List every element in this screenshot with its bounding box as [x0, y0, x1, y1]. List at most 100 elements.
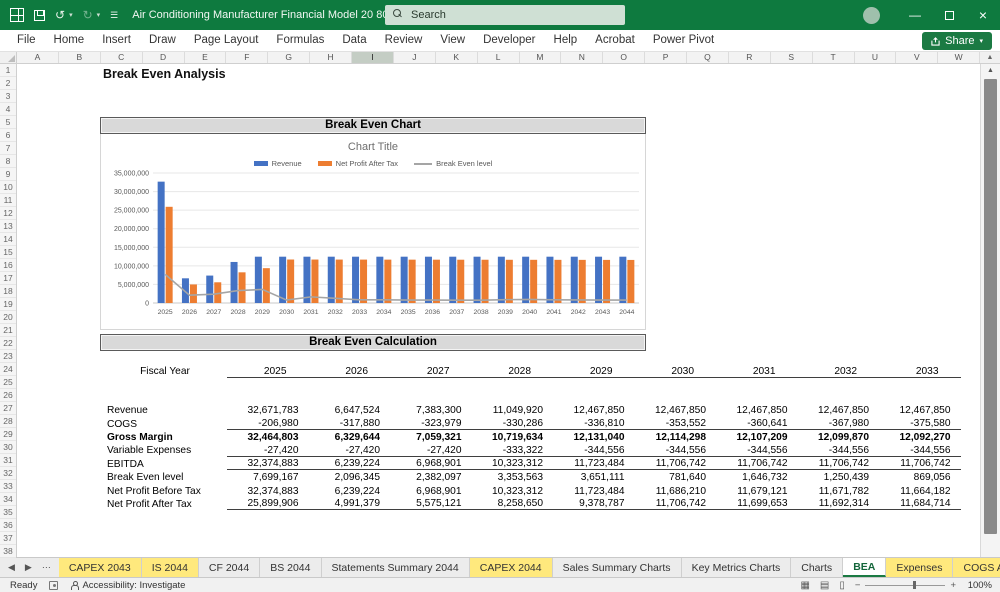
- row-header-11[interactable]: 11: [0, 194, 16, 207]
- cell-2027[interactable]: -27,420: [390, 445, 472, 457]
- row-header-33[interactable]: 33: [0, 480, 16, 493]
- sheet-tab-statements-summary-2044[interactable]: Statements Summary 2044: [322, 558, 470, 577]
- cell-2030[interactable]: 781,640: [635, 472, 717, 483]
- sheet-tab-charts[interactable]: Charts: [791, 558, 843, 577]
- row-header-13[interactable]: 13: [0, 220, 16, 233]
- column-header-Q[interactable]: Q: [687, 52, 729, 63]
- column-header-I[interactable]: I: [352, 52, 394, 63]
- row-header-5[interactable]: 5: [0, 116, 16, 129]
- share-button[interactable]: Share ▾: [922, 32, 992, 50]
- year-header-2027[interactable]: 2027: [390, 366, 472, 378]
- row-header-16[interactable]: 16: [0, 259, 16, 272]
- column-header-T[interactable]: T: [813, 52, 855, 63]
- cell-2031[interactable]: -344,556: [716, 445, 798, 457]
- cell-2026[interactable]: 4,991,379: [309, 498, 391, 510]
- sheet-canvas[interactable]: Break Even Analysis Break Even Chart Cha…: [17, 64, 980, 557]
- row-header-2[interactable]: 2: [0, 77, 16, 90]
- minimize-button[interactable]: —: [898, 0, 932, 30]
- row-header-34[interactable]: 34: [0, 493, 16, 506]
- tab-scroll-right-icon[interactable]: ▶: [21, 562, 36, 573]
- cell-2029[interactable]: -344,556: [553, 445, 635, 457]
- cell-2027[interactable]: 6,968,901: [390, 486, 472, 497]
- row-header-36[interactable]: 36: [0, 519, 16, 532]
- cell-2027[interactable]: 7,059,321: [390, 432, 472, 443]
- cell-2030[interactable]: -344,556: [635, 445, 717, 457]
- row-header-26[interactable]: 26: [0, 389, 16, 402]
- column-header-L[interactable]: L: [478, 52, 520, 63]
- row-header-10[interactable]: 10: [0, 181, 16, 194]
- row-header-20[interactable]: 20: [0, 311, 16, 324]
- vertical-scrollbar[interactable]: ▲: [980, 64, 1000, 557]
- row-header-8[interactable]: 8: [0, 155, 16, 168]
- ribbon-tab-power-pivot[interactable]: Power Pivot: [644, 30, 723, 51]
- column-header-D[interactable]: D: [143, 52, 185, 63]
- cell-2026[interactable]: -27,420: [309, 445, 391, 457]
- cell-2029[interactable]: 3,651,111: [553, 472, 635, 483]
- column-header-A[interactable]: A: [17, 52, 59, 63]
- zoom-out-icon[interactable]: −: [855, 580, 861, 591]
- calc-section-header[interactable]: Break Even Calculation: [100, 334, 646, 351]
- zoom-in-icon[interactable]: +: [950, 580, 956, 591]
- sheet-tab-expenses[interactable]: Expenses: [886, 558, 953, 577]
- year-header-2026[interactable]: 2026: [309, 366, 391, 378]
- tab-list-icon[interactable]: ⋯: [38, 562, 55, 573]
- accessibility-status[interactable]: Accessibility: Investigate: [70, 580, 185, 591]
- page-layout-view-icon[interactable]: ▤: [820, 580, 829, 591]
- ribbon-tab-acrobat[interactable]: Acrobat: [586, 30, 644, 51]
- cell-2028[interactable]: 11,049,920: [472, 405, 554, 416]
- sheet-tab-bs-2044[interactable]: BS 2044: [260, 558, 321, 577]
- row-header-19[interactable]: 19: [0, 298, 16, 311]
- cell-2026[interactable]: 6,647,524: [309, 405, 391, 416]
- cell-2032[interactable]: 12,099,870: [798, 432, 880, 443]
- year-header-2031[interactable]: 2031: [716, 366, 798, 378]
- column-header-O[interactable]: O: [603, 52, 645, 63]
- column-header-B[interactable]: B: [59, 52, 101, 63]
- ribbon-tab-review[interactable]: Review: [376, 30, 432, 51]
- cell-2032[interactable]: 12,467,850: [798, 405, 880, 416]
- scroll-up-icon[interactable]: ▲: [981, 64, 1000, 78]
- sheet-tab-cogs-assumpti[interactable]: COGS Assumpti: [953, 558, 1000, 577]
- sheet-tab-key-metrics-charts[interactable]: Key Metrics Charts: [682, 558, 792, 577]
- cell-2029[interactable]: -336,810: [553, 418, 635, 430]
- row-header-7[interactable]: 7: [0, 142, 16, 155]
- cell-2032[interactable]: 11,692,314: [798, 498, 880, 510]
- cell-2026[interactable]: -317,880: [309, 418, 391, 430]
- tab-scroll-left-icon[interactable]: ◀: [4, 562, 19, 573]
- row-header-15[interactable]: 15: [0, 246, 16, 259]
- redo-dropdown-icon[interactable]: ▾: [97, 11, 101, 19]
- cell-2032[interactable]: 11,706,742: [798, 458, 880, 470]
- row-header-38[interactable]: 38: [0, 545, 16, 558]
- year-header-2028[interactable]: 2028: [472, 366, 554, 378]
- column-header-C[interactable]: C: [101, 52, 143, 63]
- cell-2031[interactable]: 1,646,732: [716, 472, 798, 483]
- cell-2028[interactable]: 10,323,312: [472, 486, 554, 497]
- zoom-slider[interactable]: − +: [855, 580, 956, 591]
- cell-2028[interactable]: 10,719,634: [472, 432, 554, 443]
- row-header-4[interactable]: 4: [0, 103, 16, 116]
- vertical-scroll-thumb[interactable]: [984, 79, 997, 534]
- year-header-2025[interactable]: 2025: [227, 366, 309, 378]
- sheet-tab-capex-2044[interactable]: CAPEX 2044: [470, 558, 553, 577]
- cell-2026[interactable]: 6,239,224: [309, 458, 391, 470]
- column-header-R[interactable]: R: [729, 52, 771, 63]
- column-header-S[interactable]: S: [771, 52, 813, 63]
- cell-2033[interactable]: 11,684,714: [879, 498, 961, 510]
- year-header-2033[interactable]: 2033: [879, 366, 961, 378]
- customize-toolbar-icon[interactable]: ☰: [110, 11, 118, 20]
- ribbon-tab-insert[interactable]: Insert: [93, 30, 140, 51]
- restore-button[interactable]: [932, 0, 966, 30]
- cell-2031[interactable]: 12,467,850: [716, 405, 798, 416]
- cell-2028[interactable]: -330,286: [472, 418, 554, 430]
- chart-section-header[interactable]: Break Even Chart: [100, 117, 646, 134]
- zoom-level[interactable]: 100%: [966, 580, 992, 591]
- cell-2033[interactable]: 12,092,270: [879, 432, 961, 443]
- column-header-U[interactable]: U: [855, 52, 897, 63]
- row-header-6[interactable]: 6: [0, 129, 16, 142]
- search-input[interactable]: Search: [385, 5, 625, 25]
- column-header-J[interactable]: J: [394, 52, 436, 63]
- row-header-3[interactable]: 3: [0, 90, 16, 103]
- year-header-2030[interactable]: 2030: [635, 366, 717, 378]
- scrollbar-up-arrow[interactable]: ▲: [980, 52, 1000, 63]
- cell-2029[interactable]: 9,378,787: [553, 498, 635, 510]
- cell-2026[interactable]: 6,329,644: [309, 432, 391, 443]
